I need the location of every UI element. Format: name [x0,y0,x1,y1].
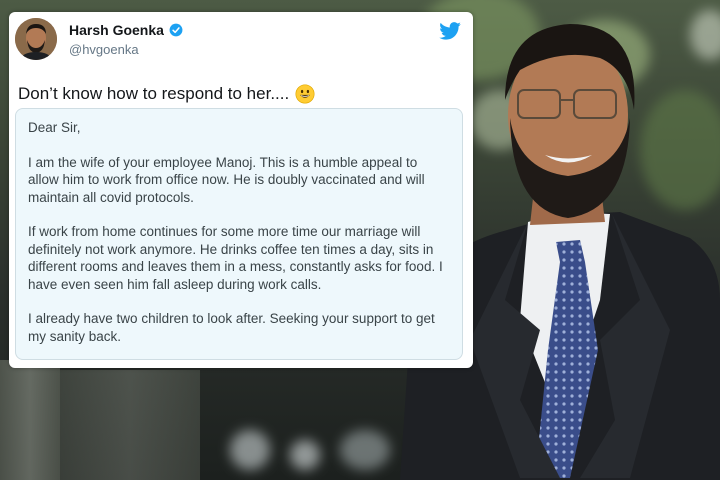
grinning-face-emoji [295,84,315,104]
attached-letter-image[interactable]: Dear Sir, I am the wife of your employee… [15,108,463,360]
letter-paragraph-3: I already have two children to look afte… [28,311,435,344]
twitter-bird-icon[interactable] [439,22,461,40]
letter-paragraph-2: If work from home continues for some mor… [28,224,443,292]
letter-paragraph-1: I am the wife of your employee Manoj. Th… [28,154,425,205]
tweet-card: Harsh Goenka @hvgoenka Don’t know how to… [9,12,473,368]
author-info: Harsh Goenka @hvgoenka [69,22,183,57]
tweet-text-row: Don’t know how to respond to her.... [18,84,315,104]
tweet-text: Don’t know how to respond to her.... [18,84,290,103]
author-name-row: Harsh Goenka [69,22,183,38]
verified-badge-icon [169,23,183,37]
avatar[interactable] [15,18,57,60]
author-name[interactable]: Harsh Goenka [69,22,164,38]
letter-salutation: Dear Sir, [28,120,81,135]
author-handle[interactable]: @hvgoenka [69,42,183,57]
